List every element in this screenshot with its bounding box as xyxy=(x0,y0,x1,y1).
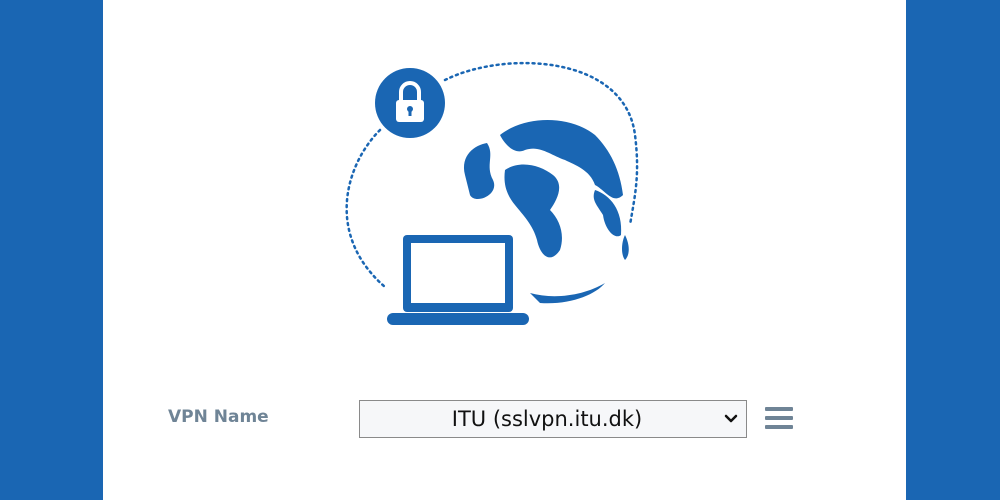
laptop-icon xyxy=(387,235,529,325)
hamburger-menu-icon[interactable] xyxy=(765,407,793,431)
lock-icon xyxy=(375,68,445,138)
vpn-name-row: VPN Name ITU (sslvpn.itu.dk) xyxy=(0,395,1000,445)
chevron-down-icon xyxy=(716,400,746,438)
vpn-name-select[interactable]: ITU (sslvpn.itu.dk) xyxy=(359,400,747,438)
vpn-name-selected-value: ITU (sslvpn.itu.dk) xyxy=(451,407,643,431)
vpn-name-label: VPN Name xyxy=(168,407,269,427)
vpn-illustration xyxy=(325,45,655,335)
